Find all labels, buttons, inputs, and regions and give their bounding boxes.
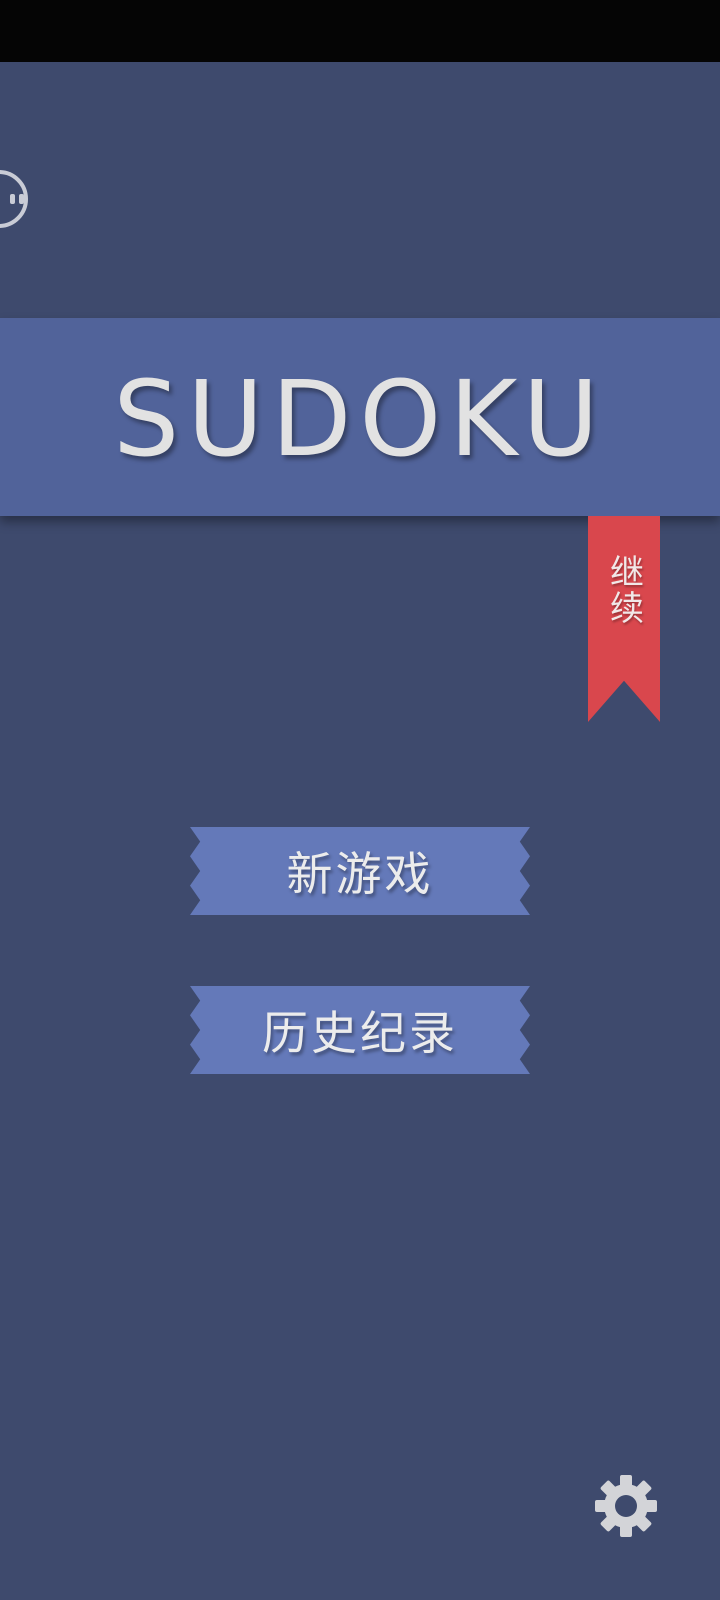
history-label: 历史纪录 <box>262 1006 458 1060</box>
app-title: SUDOKU <box>113 358 607 480</box>
status-bar <box>0 0 720 62</box>
new-game-button[interactable]: 新游戏 <box>190 827 530 915</box>
settings-button[interactable] <box>594 1474 658 1538</box>
gear-icon <box>595 1475 657 1537</box>
continue-label: 继续 <box>603 554 644 626</box>
history-button[interactable]: 历史纪录 <box>190 986 530 1074</box>
title-banner: SUDOKU <box>0 318 720 516</box>
new-game-label: 新游戏 <box>286 847 434 901</box>
